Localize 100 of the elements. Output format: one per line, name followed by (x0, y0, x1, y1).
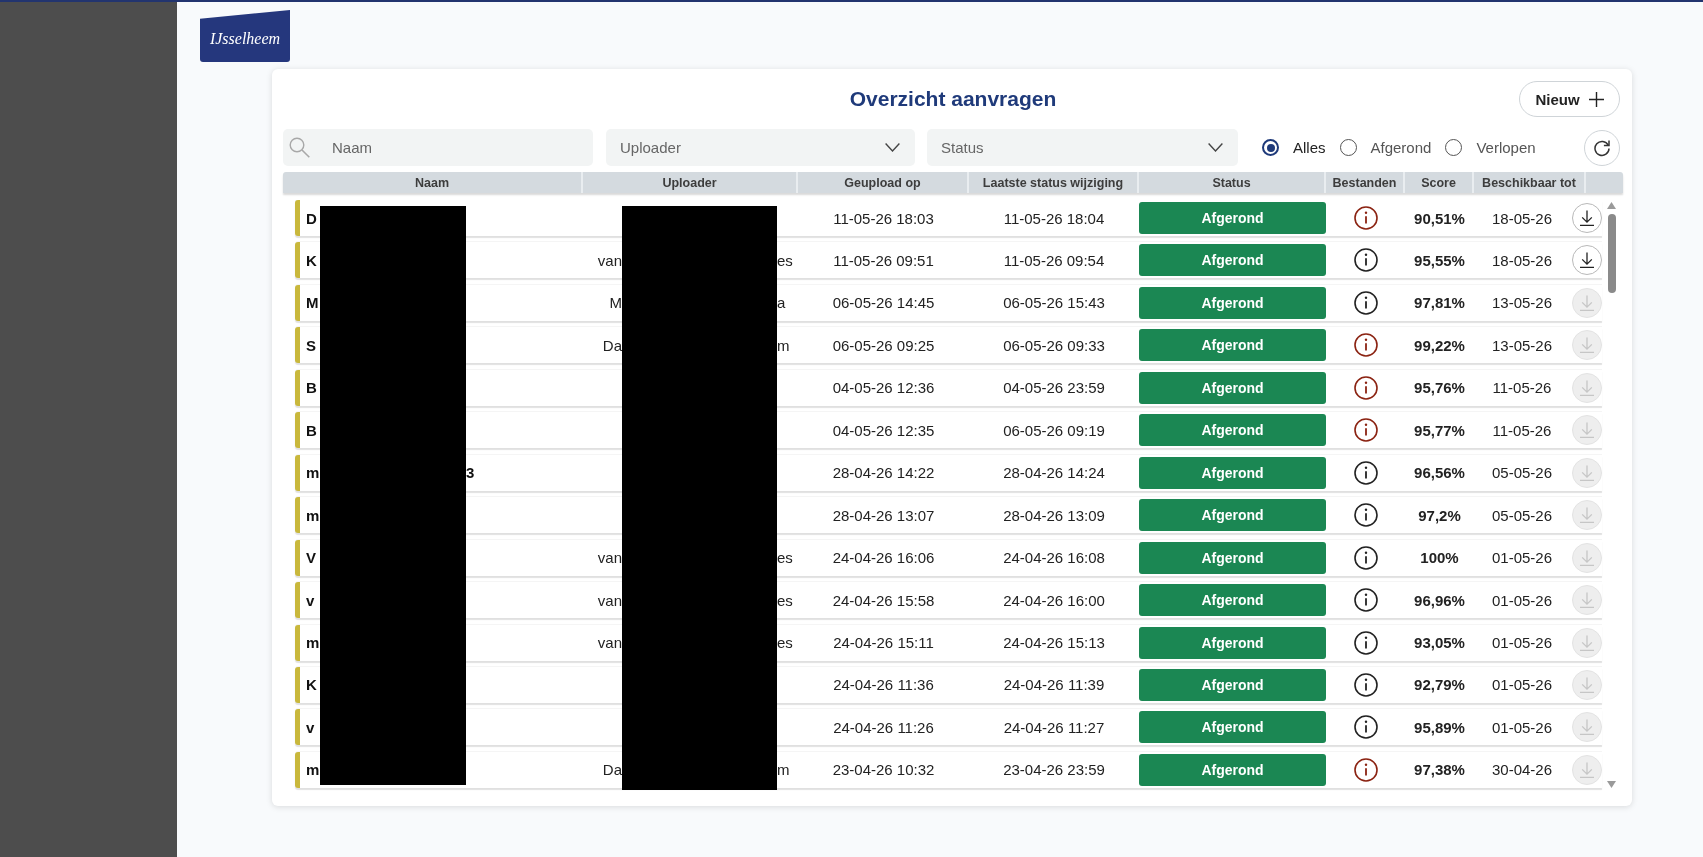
info-icon[interactable] (1353, 248, 1378, 273)
refresh-button[interactable] (1584, 129, 1620, 166)
available-until-date: 01-05-26 (1490, 718, 1553, 736)
status-badge: Afgerond (1139, 669, 1326, 701)
info-icon[interactable] (1353, 503, 1378, 528)
status-change-date: 11-05-26 09:54 (1002, 251, 1106, 269)
name-text: m (306, 464, 320, 482)
radio-label[interactable]: Afgerond (1370, 139, 1432, 156)
status-badge: Afgerond (1139, 414, 1326, 447)
uploader-text: Da (602, 761, 622, 779)
available-until-date: 13-05-26 (1490, 336, 1553, 354)
name-text: m (306, 761, 320, 779)
name-text: S (306, 336, 317, 354)
uploader-text: Da (602, 336, 622, 354)
status-change-date: 23-04-26 23:59 (1002, 761, 1106, 779)
info-icon[interactable] (1353, 588, 1378, 613)
status-badge: Afgerond (1139, 541, 1326, 574)
radio-button[interactable] (1445, 139, 1463, 156)
download-icon (1579, 210, 1595, 226)
new-button[interactable]: Nieuw (1519, 81, 1620, 117)
upload-date: 24-04-26 16:06 (831, 549, 936, 567)
info-icon[interactable] (1353, 375, 1378, 400)
company-logo: IJsselheem (200, 10, 290, 62)
download-icon (1579, 761, 1595, 778)
status-change-date: 24-04-26 16:00 (1002, 591, 1106, 609)
status-change-date: 28-04-26 13:09 (1002, 506, 1106, 524)
status-badge: Afgerond (1139, 626, 1326, 659)
plus-icon (1588, 91, 1604, 107)
download-icon (1579, 464, 1595, 481)
info-icon[interactable] (1353, 290, 1378, 315)
download-icon (1579, 337, 1595, 354)
info-icon[interactable] (1353, 630, 1378, 655)
uploader-text: es (777, 251, 794, 269)
score-value: 95,89% (1413, 718, 1466, 736)
upload-date: 04-05-26 12:36 (831, 379, 936, 397)
upload-date: 11-05-26 09:51 (832, 251, 935, 269)
score-value: 92,79% (1413, 676, 1466, 694)
status-change-date: 06-05-26 15:43 (1002, 294, 1106, 312)
name-text: 3 (466, 464, 476, 482)
scroll-up-icon[interactable] (1607, 202, 1616, 209)
download-icon (1579, 592, 1595, 609)
download-button[interactable] (1572, 245, 1602, 276)
available-until-date: 05-05-26 (1490, 464, 1553, 482)
info-icon[interactable] (1353, 418, 1378, 443)
score-value: 95,76% (1413, 379, 1466, 397)
name-text: K (306, 676, 318, 694)
available-until-date: 18-05-26 (1490, 209, 1553, 227)
upload-date: 04-05-26 12:35 (831, 421, 936, 439)
search-field[interactable]: Naam (283, 129, 593, 166)
available-until-date: 01-05-26 (1490, 634, 1553, 652)
name-text: V (306, 549, 317, 567)
uploader-text: van (597, 634, 622, 652)
download-icon (1579, 379, 1595, 396)
scrollbar-thumb[interactable] (1607, 214, 1616, 293)
info-icon[interactable] (1353, 206, 1378, 230)
status-change-date: 28-04-26 14:24 (1002, 464, 1106, 482)
column-header: Score (1405, 172, 1474, 193)
info-icon[interactable] (1353, 545, 1378, 570)
column-header: Bestanden (1326, 172, 1405, 193)
column-header: Laatste status wijziging (969, 172, 1139, 193)
radio-label[interactable]: Verlopen (1476, 139, 1536, 156)
upload-date: 24-04-26 15:11 (832, 634, 935, 652)
score-value: 90,51% (1413, 209, 1466, 227)
download-button[interactable] (1572, 203, 1602, 233)
radio-label[interactable]: Alles (1293, 139, 1326, 156)
info-icon[interactable] (1353, 460, 1378, 485)
upload-date: 24-04-26 11:26 (832, 718, 935, 736)
uploader-text: m (777, 761, 791, 779)
status-badge: Afgerond (1139, 711, 1326, 744)
download-icon (1579, 507, 1595, 524)
upload-date: 23-04-26 10:32 (831, 761, 936, 779)
info-icon[interactable] (1353, 333, 1378, 358)
score-value: 99,22% (1413, 336, 1466, 354)
status-change-date: 11-05-26 18:04 (1002, 209, 1106, 227)
info-icon[interactable] (1353, 715, 1378, 740)
status-badge: Afgerond (1139, 286, 1326, 319)
upload-date: 28-04-26 14:22 (831, 464, 936, 482)
status-badge: Afgerond (1139, 202, 1326, 234)
name-text: M (306, 294, 320, 312)
uploader-select[interactable]: Uploader (606, 129, 915, 166)
radio-button[interactable] (1339, 139, 1357, 156)
status-change-date: 06-05-26 09:19 (1002, 421, 1106, 439)
name-text: K (306, 251, 318, 269)
upload-date: 28-04-26 13:07 (831, 506, 936, 524)
status-change-date: 06-05-26 09:33 (1002, 336, 1106, 354)
info-icon[interactable] (1353, 673, 1378, 697)
uploader-text: es (777, 634, 794, 652)
download-icon (1579, 634, 1595, 651)
score-value: 97,38% (1413, 761, 1466, 779)
download-icon (1579, 252, 1595, 269)
download-icon (1579, 294, 1595, 311)
column-header: Geupload op (798, 172, 969, 193)
status-change-date: 24-04-26 11:27 (1002, 718, 1106, 736)
available-until-date: 01-05-26 (1490, 676, 1553, 694)
radio-button[interactable] (1262, 139, 1279, 156)
available-until-date: 13-05-26 (1490, 294, 1553, 312)
info-icon[interactable] (1353, 757, 1378, 782)
uploader-text: es (777, 591, 794, 609)
scroll-down-icon[interactable] (1607, 781, 1616, 788)
status-select[interactable]: Status (927, 129, 1238, 166)
